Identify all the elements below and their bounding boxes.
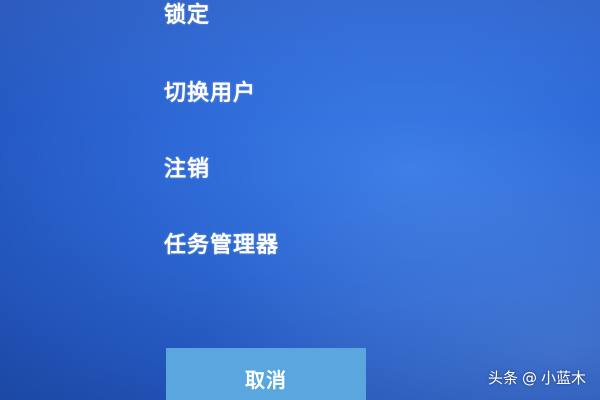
menu-item-sign-out[interactable]: 注销 (164, 156, 210, 184)
cancel-button[interactable]: 取消 (166, 348, 366, 400)
security-options-screen: 锁定 切换用户 注销 任务管理器 取消 头条 @ 小蓝木 (0, 0, 600, 400)
menu-item-task-manager[interactable]: 任务管理器 (164, 232, 279, 260)
menu-item-switch-user[interactable]: 切换用户 (164, 80, 256, 108)
watermark: 头条 @ 小蓝木 (488, 367, 586, 388)
watermark-author: 小蓝木 (540, 369, 586, 387)
watermark-source: 头条 (487, 369, 518, 387)
watermark-separator: @ (521, 368, 537, 387)
menu-item-lock[interactable]: 锁定 (164, 2, 210, 30)
